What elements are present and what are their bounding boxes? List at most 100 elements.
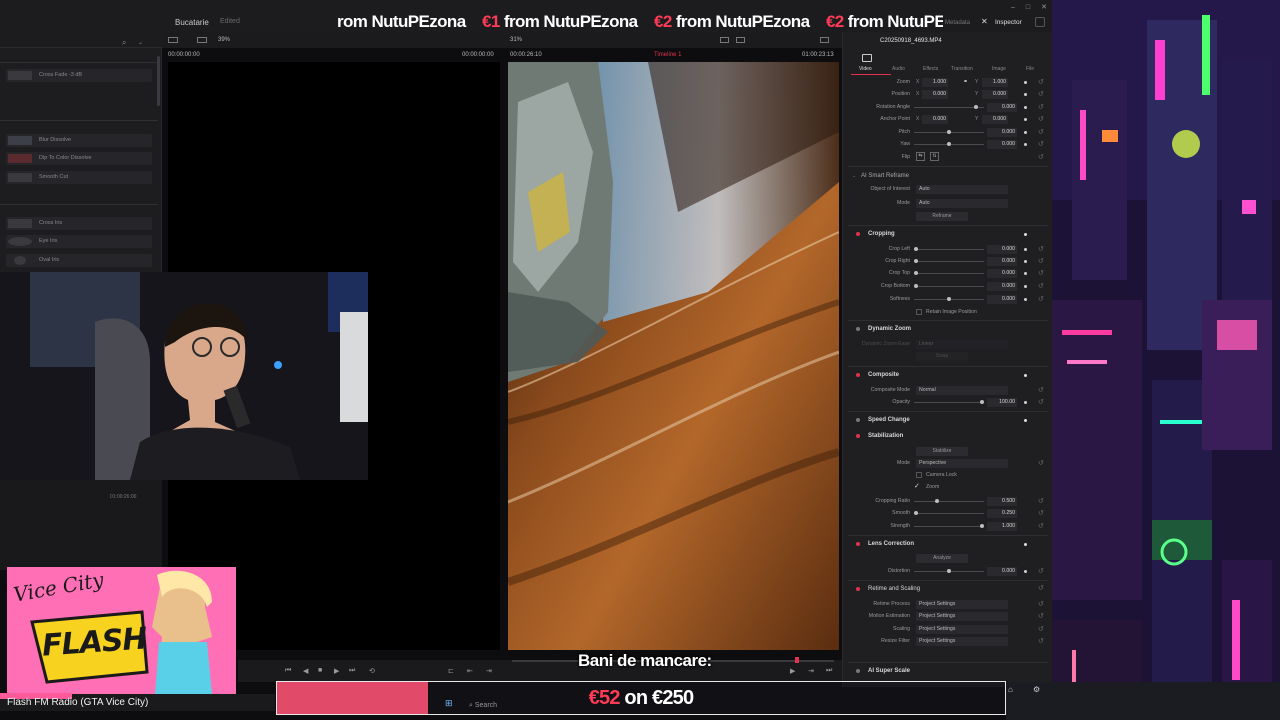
reset-icon[interactable]: ↺	[1038, 153, 1044, 161]
crop-bottom-field[interactable]: 0.000	[987, 282, 1017, 291]
reset-icon[interactable]: ↺	[1038, 140, 1044, 148]
reset-icon[interactable]: ↺	[1038, 90, 1044, 98]
zoom-y-field[interactable]: 1.000	[982, 78, 1008, 87]
source-zoom[interactable]: 39%	[218, 37, 230, 43]
playhead[interactable]	[795, 657, 799, 663]
step-back-icon[interactable]: ◀	[303, 667, 308, 675]
stabilize-button[interactable]: Stabilize	[916, 447, 968, 456]
analyze-button[interactable]: Analyze	[916, 554, 968, 563]
motion-estimation-select[interactable]: Project Settings	[916, 612, 1008, 621]
dynamic-zoom-section[interactable]: Dynamic Zoom	[842, 323, 1052, 337]
timeline-name[interactable]: Timeline 1	[654, 52, 681, 58]
keyframe-dot[interactable]	[1024, 106, 1027, 109]
reset-icon[interactable]: ↺	[1038, 78, 1044, 86]
object-of-interest-select[interactable]: Auto	[916, 185, 1008, 194]
maximize-icon[interactable]: □	[1023, 4, 1033, 12]
distortion-field[interactable]: 0.000	[987, 567, 1017, 576]
smart-reframe-section[interactable]: ⌄ AI Smart Reframe	[842, 170, 1052, 184]
viewer-layout-icon[interactable]	[168, 37, 178, 43]
program-zoom[interactable]: 31%	[510, 37, 522, 43]
speed-change-section[interactable]: Speed Change	[842, 414, 1052, 428]
tab-video[interactable]: Video	[859, 66, 872, 72]
softness-field[interactable]: 0.000	[987, 295, 1017, 304]
super-scale-section[interactable]: AI Super Scale	[842, 665, 1052, 679]
reframe-button[interactable]: Reframe	[916, 212, 968, 221]
zoom-checkbox[interactable]: ✓	[914, 482, 920, 490]
reset-icon[interactable]: ↺	[1038, 115, 1044, 123]
keyframe-dot[interactable]	[1024, 81, 1027, 84]
enable-dot[interactable]	[856, 232, 860, 236]
link-icon[interactable]: ⚭	[963, 78, 968, 85]
tab-metadata[interactable]: Metadata	[945, 20, 970, 26]
opacity-field[interactable]: 100.00	[987, 398, 1017, 407]
composite-section[interactable]: Composite	[842, 369, 1052, 383]
next-edit-icon[interactable]: ⇥	[486, 667, 492, 675]
safe-area-icon[interactable]	[720, 37, 729, 43]
effect-cross-fade[interactable]: Cross Fade -3 dB	[6, 69, 152, 82]
keyframe-dot[interactable]	[1024, 118, 1027, 121]
prev-edit-icon[interactable]: ⇤	[467, 667, 473, 675]
video-tab-icon[interactable]	[862, 54, 872, 62]
minimize-icon[interactable]: –	[1008, 4, 1018, 12]
reset-icon[interactable]: ↺	[1038, 103, 1044, 111]
reset-icon[interactable]: ↺	[1038, 128, 1044, 136]
tab-file[interactable]: File	[1026, 66, 1034, 72]
tab-image[interactable]: Image	[992, 66, 1006, 72]
retime-process-select[interactable]: Project Settings	[916, 600, 1008, 609]
search-icon[interactable]: ⌕	[122, 38, 126, 48]
match-frame-icon[interactable]: ⊏	[448, 667, 454, 675]
swap-button[interactable]: Swap	[916, 352, 968, 361]
viewer-mode-icon[interactable]	[197, 37, 207, 43]
crop-left-field[interactable]: 0.000	[987, 245, 1017, 254]
keyframe-dot[interactable]	[1024, 93, 1027, 96]
next-clip-icon[interactable]: ⇥	[808, 667, 814, 675]
effect-smooth-cut[interactable]: Smooth Cut	[6, 171, 152, 184]
effect-oval-iris[interactable]: Oval Iris	[6, 254, 152, 267]
play-program-icon[interactable]: ▶	[790, 667, 795, 675]
position-y-field[interactable]: 0.000	[982, 90, 1008, 99]
reframe-mode-select[interactable]: Auto	[916, 199, 1008, 208]
effect-eye-iris[interactable]: Eye Iris	[6, 235, 152, 248]
crop-top-field[interactable]: 0.000	[987, 269, 1017, 278]
effect-blur-dissolve[interactable]: Blur Dissolve	[6, 134, 152, 147]
stop-icon[interactable]: ■	[318, 667, 322, 674]
loop-icon[interactable]: ⟲	[369, 667, 375, 675]
zoom-x-field[interactable]: 1.000	[922, 78, 948, 87]
crop-right-field[interactable]: 0.000	[987, 257, 1017, 266]
tab-audio[interactable]: Audio	[892, 66, 905, 72]
keyframe-dot[interactable]	[1024, 143, 1027, 146]
jump-end-icon[interactable]: ⏭	[349, 667, 355, 675]
dynamic-zoom-ease-select[interactable]: Linear	[916, 340, 1008, 349]
cropping-section[interactable]: Cropping	[842, 228, 1052, 242]
flip-horizontal-icon[interactable]: ⇆	[916, 152, 925, 161]
home-icon[interactable]: ⌂	[1008, 685, 1013, 694]
flip-vertical-icon[interactable]: ⇅	[930, 152, 939, 161]
effect-cross-iris[interactable]: Cross Iris	[6, 217, 152, 230]
tab-inspector[interactable]: Inspector	[995, 19, 1022, 26]
chevron-down-icon[interactable]: ⌄	[138, 39, 143, 46]
effect-dip-to-color[interactable]: Dip To Color Dissolve	[6, 152, 152, 165]
close-window-icon[interactable]: ✕	[1039, 4, 1049, 12]
position-x-field[interactable]: 0.000	[922, 90, 948, 99]
stabilization-section[interactable]: Stabilization	[842, 430, 1052, 444]
smooth-field[interactable]: 0.250	[987, 509, 1017, 518]
panel-toggle-icon[interactable]	[1035, 17, 1045, 27]
gear-icon[interactable]: ⚙	[1033, 685, 1040, 694]
play-icon[interactable]: ▶	[334, 667, 339, 675]
scrollbar[interactable]	[157, 56, 160, 106]
jump-start-icon[interactable]: ⏮	[285, 667, 291, 675]
cropping-ratio-field[interactable]: 0.500	[987, 497, 1017, 506]
tab-transition[interactable]: Transition	[951, 66, 973, 72]
pitch-field[interactable]: 0.000	[987, 128, 1017, 137]
tab-effects[interactable]: Effects	[923, 66, 938, 72]
composite-mode-select[interactable]: Normal	[916, 386, 1008, 395]
stabilization-mode-select[interactable]: Perspective	[916, 459, 1008, 468]
strength-field[interactable]: 1.000	[987, 522, 1017, 531]
retain-position-checkbox[interactable]	[916, 309, 922, 315]
transform-icon[interactable]	[736, 37, 745, 43]
fullscreen-icon[interactable]	[820, 37, 829, 43]
yaw-field[interactable]: 0.000	[987, 140, 1017, 149]
resize-filter-select[interactable]: Project Settings	[916, 637, 1008, 646]
anchor-x-field[interactable]: 0.000	[922, 115, 948, 124]
keyframe-dot[interactable]	[1024, 131, 1027, 134]
